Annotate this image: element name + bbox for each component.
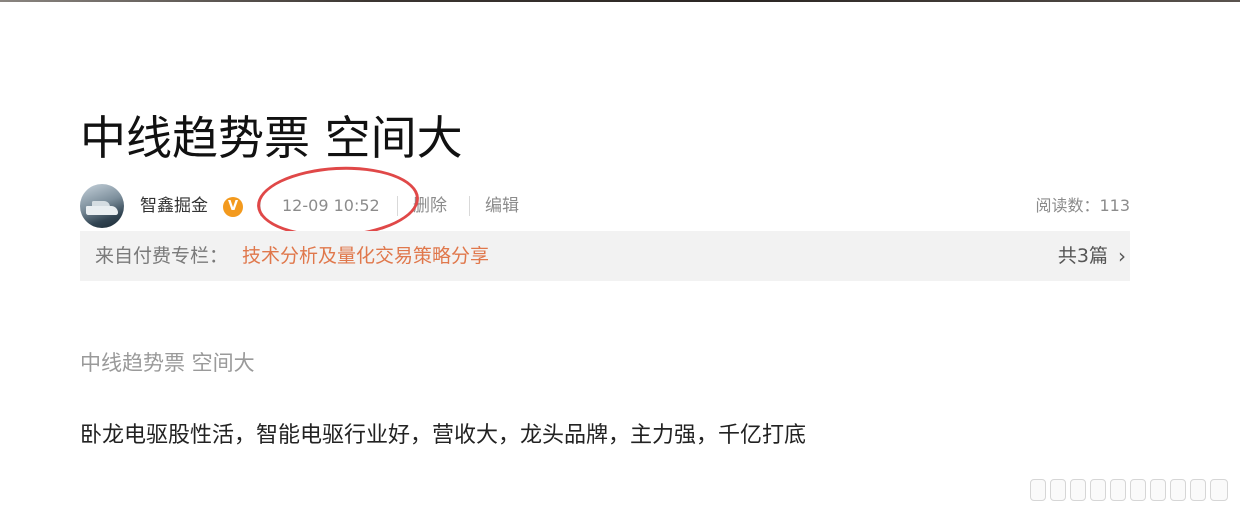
watermark-logo: [1030, 471, 1230, 507]
edit-button[interactable]: 编辑: [485, 194, 519, 218]
article-summary: 中线趋势票 空间大: [80, 351, 255, 375]
paid-column-bar[interactable]: 来自付费专栏： 技术分析及量化交易策略分享 共3篇 ›: [80, 231, 1130, 281]
top-divider: [0, 0, 1240, 2]
author-name[interactable]: 智鑫掘金: [140, 194, 208, 218]
article-title: 中线趋势票 空间大: [80, 111, 463, 165]
divider: [469, 196, 470, 216]
publish-time: 12-09 10:52: [282, 196, 380, 215]
avatar-boat: [86, 206, 118, 215]
chevron-right-icon: ›: [1118, 244, 1126, 268]
column-link[interactable]: 技术分析及量化交易策略分享: [242, 244, 489, 268]
divider: [260, 196, 261, 216]
read-count: 阅读数：113: [1035, 196, 1130, 215]
article-page: 中线趋势票 空间大 智鑫掘金 V 12-09 10:52 删除 编辑 阅读数：1…: [0, 0, 1240, 519]
delete-button[interactable]: 删除: [413, 194, 447, 218]
article-body: 卧龙电驱股性活，智能电驱行业好，营收大，龙头品牌，主力强，千亿打底: [80, 423, 807, 448]
column-count-link[interactable]: 共3篇: [1058, 244, 1108, 268]
avatar[interactable]: [80, 184, 124, 228]
verified-badge-icon: V: [223, 197, 243, 217]
article-meta: 智鑫掘金 V 12-09 10:52 删除 编辑 阅读数：113: [80, 184, 1130, 228]
divider: [397, 196, 398, 216]
column-prefix: 来自付费专栏：: [95, 245, 229, 267]
